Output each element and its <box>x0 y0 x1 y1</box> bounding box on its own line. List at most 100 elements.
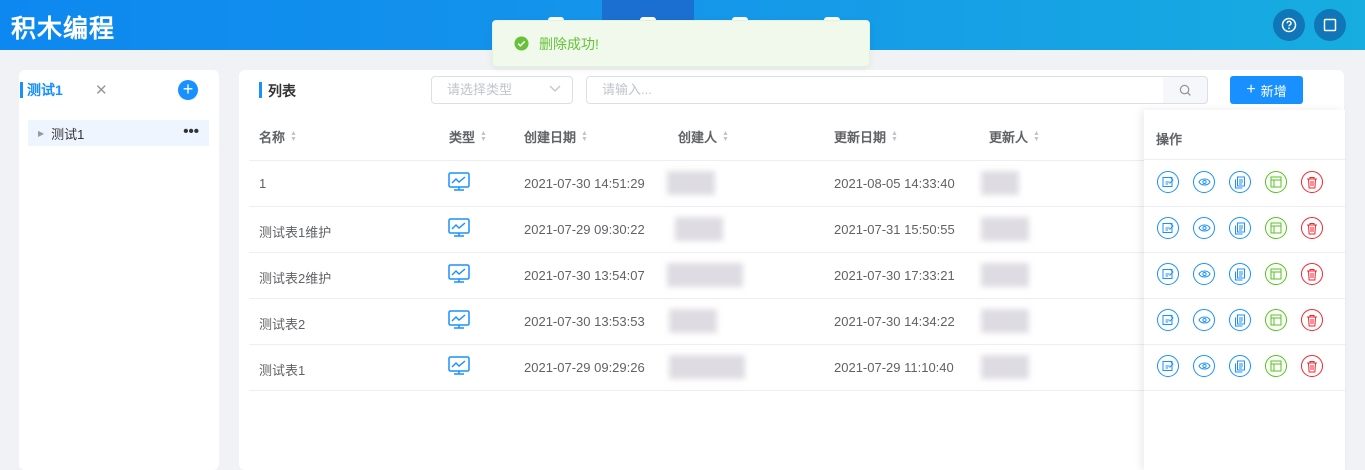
row-created-date: 2021-07-30 14:51:29 <box>524 176 645 191</box>
sort-icon[interactable]: ▲ ▼ <box>290 130 297 143</box>
blurred-creator <box>669 309 717 333</box>
preview-eye-icon[interactable] <box>1193 217 1215 239</box>
table-header: 名称 ▲ ▼ 类型 ▲ ▼ 创建日期 ▲ ▼ 创建人 ▲ ▼ 更新日期 ▲ ▼ 更新人 ▲… <box>249 112 1145 161</box>
blurred-creator <box>675 217 723 241</box>
column-label: 名称 <box>259 130 286 145</box>
type-select[interactable]: 请选择类型 <box>431 76 573 104</box>
type-select-placeholder: 请选择类型 <box>447 82 513 97</box>
column-label: 创建日期 <box>524 130 577 145</box>
row-name: 测试表2 <box>259 317 306 332</box>
column-header-creator[interactable]: 创建人 ▲ ▼ <box>678 127 729 146</box>
row-updated-date: 2021-07-30 17:33:21 <box>834 268 955 283</box>
column-header-updated[interactable]: 更新日期 ▲ ▼ <box>834 127 898 146</box>
delete-trash-icon[interactable] <box>1301 355 1323 377</box>
row-updated-date: 2021-07-29 11:10:40 <box>834 360 954 375</box>
chart-screen-icon <box>448 217 470 242</box>
blurred-updater <box>981 355 1029 379</box>
design-icon[interactable] <box>1265 309 1287 331</box>
tab-marker <box>20 82 23 98</box>
column-header-type[interactable]: 类型 ▲ ▼ <box>449 127 487 146</box>
delete-trash-icon[interactable] <box>1301 263 1323 285</box>
design-icon[interactable] <box>1265 217 1287 239</box>
blurred-updater <box>981 217 1029 241</box>
row-name: 1 <box>259 176 267 191</box>
row-created-date: 2021-07-30 13:53:53 <box>524 314 645 329</box>
sort-icon[interactable]: ▲ ▼ <box>891 130 898 143</box>
actions-row <box>1144 253 1345 299</box>
search-button[interactable] <box>1163 76 1208 104</box>
help-button[interactable] <box>1273 9 1305 41</box>
sort-icon[interactable]: ▲ ▼ <box>722 130 729 143</box>
copy-icon[interactable] <box>1229 217 1251 239</box>
column-label: 更新人 <box>989 130 1029 145</box>
success-check-icon <box>514 36 529 51</box>
blurred-creator <box>667 171 715 195</box>
design-icon[interactable] <box>1265 263 1287 285</box>
sort-icon[interactable]: ▲ ▼ <box>1033 130 1040 143</box>
delete-trash-icon[interactable] <box>1301 309 1323 331</box>
table-row[interactable]: 测试表1维护 2021-07-29 09:30:22 2021-07-31 15… <box>249 207 1145 253</box>
blurred-updater <box>981 171 1019 195</box>
delete-trash-icon[interactable] <box>1301 171 1323 193</box>
caret-right-icon[interactable]: ▶ <box>38 129 44 138</box>
chart-screen-icon <box>448 171 470 196</box>
row-updated-date: 2021-07-30 14:34:22 <box>834 314 955 329</box>
edit-icon[interactable] <box>1157 355 1179 377</box>
more-icon[interactable]: ••• <box>183 123 199 140</box>
actions-row <box>1144 207 1345 253</box>
copy-icon[interactable] <box>1229 355 1251 377</box>
blurred-updater <box>981 263 1029 287</box>
search-icon <box>1179 84 1191 96</box>
search-placeholder: 请输入... <box>602 82 652 97</box>
fullscreen-button[interactable] <box>1314 9 1346 41</box>
edit-icon[interactable] <box>1157 263 1179 285</box>
edit-icon[interactable] <box>1157 217 1179 239</box>
edit-icon[interactable] <box>1157 171 1179 193</box>
preview-eye-icon[interactable] <box>1193 355 1215 377</box>
fullscreen-icon <box>1323 18 1337 32</box>
copy-icon[interactable] <box>1229 171 1251 193</box>
column-label: 更新日期 <box>834 130 887 145</box>
column-header-updater[interactable]: 更新人 ▲ ▼ <box>989 127 1040 146</box>
row-name: 测试表2维护 <box>259 271 332 286</box>
column-header-name[interactable]: 名称 ▲ ▼ <box>259 127 297 146</box>
design-icon[interactable] <box>1265 171 1287 193</box>
row-created-date: 2021-07-29 09:30:22 <box>524 222 645 237</box>
column-label: 类型 <box>449 130 476 145</box>
preview-eye-icon[interactable] <box>1193 263 1215 285</box>
row-name: 测试表1维护 <box>259 225 332 240</box>
sort-icon[interactable]: ▲ ▼ <box>480 130 487 143</box>
row-created-date: 2021-07-29 09:29:26 <box>524 360 645 375</box>
search-input[interactable]: 请输入... <box>586 76 1164 104</box>
app-logo-title: 积木编程 <box>11 14 116 43</box>
column-header-created[interactable]: 创建日期 ▲ ▼ <box>524 127 588 146</box>
copy-icon[interactable] <box>1229 309 1251 331</box>
table-row[interactable]: 1 2021-07-30 14:51:29 2021-08-05 14:33:4… <box>249 161 1145 207</box>
list-marker <box>259 82 262 98</box>
blurred-updater <box>981 309 1029 333</box>
sidebar-tab-title[interactable]: 测试1 <box>27 80 63 100</box>
chevron-down-icon <box>548 76 562 111</box>
add-node-button[interactable]: + <box>178 80 198 100</box>
blurred-creator <box>669 355 745 379</box>
plus-icon: + <box>1246 81 1256 98</box>
column-header-actions: 操作 <box>1144 112 1345 160</box>
help-icon <box>1281 17 1297 33</box>
actions-row <box>1144 345 1345 391</box>
preview-eye-icon[interactable] <box>1193 309 1215 331</box>
table-row[interactable]: 测试表2维护 2021-07-30 13:54:07 2021-07-30 17… <box>249 253 1145 299</box>
add-button[interactable]: + 新增 <box>1230 76 1303 104</box>
table-row[interactable]: 测试表1 2021-07-29 09:29:26 2021-07-29 11:1… <box>249 345 1145 391</box>
copy-icon[interactable] <box>1229 263 1251 285</box>
row-updated-date: 2021-07-31 15:50:55 <box>834 222 955 237</box>
design-icon[interactable] <box>1265 355 1287 377</box>
edit-icon[interactable] <box>1157 309 1179 331</box>
table-row[interactable]: 测试表2 2021-07-30 13:53:53 2021-07-30 14:3… <box>249 299 1145 345</box>
preview-eye-icon[interactable] <box>1193 171 1215 193</box>
sort-icon[interactable]: ▲ ▼ <box>581 130 588 143</box>
actions-row <box>1144 299 1345 345</box>
tree-item[interactable]: ▶ 测试1 ••• <box>28 120 209 146</box>
row-updated-date: 2021-08-05 14:33:40 <box>834 176 955 191</box>
close-icon[interactable]: ✕ <box>95 81 108 99</box>
delete-trash-icon[interactable] <box>1301 217 1323 239</box>
